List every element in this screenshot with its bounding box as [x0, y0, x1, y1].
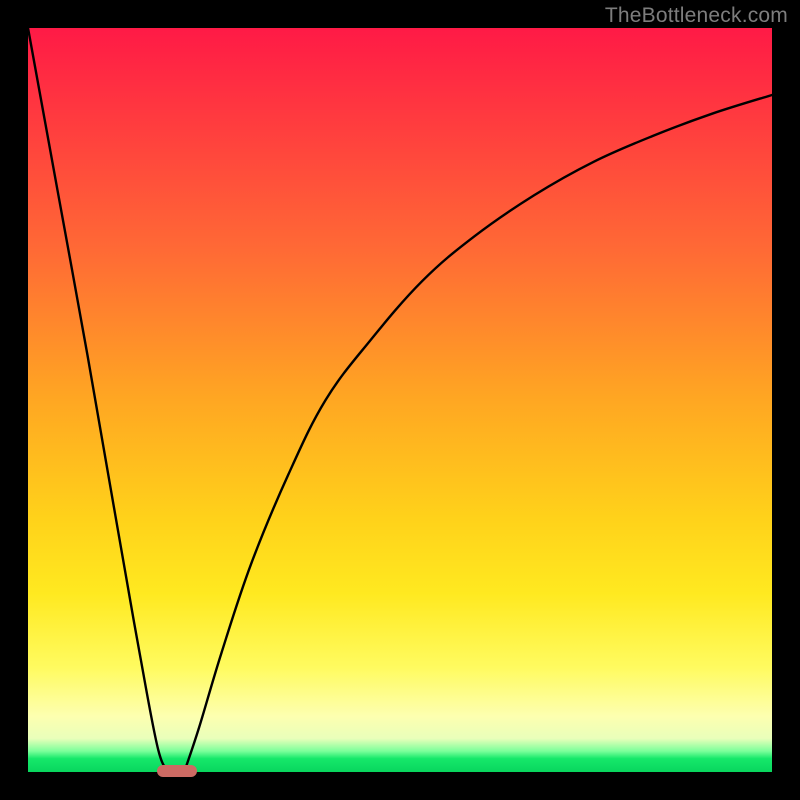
- curve-layer: [28, 28, 772, 772]
- chart-frame: TheBottleneck.com: [0, 0, 800, 800]
- optimal-point-marker: [157, 765, 197, 777]
- watermark-text: TheBottleneck.com: [605, 4, 788, 28]
- plot-area: [28, 28, 772, 772]
- right-branch-line: [184, 95, 772, 772]
- left-branch-line: [28, 28, 169, 772]
